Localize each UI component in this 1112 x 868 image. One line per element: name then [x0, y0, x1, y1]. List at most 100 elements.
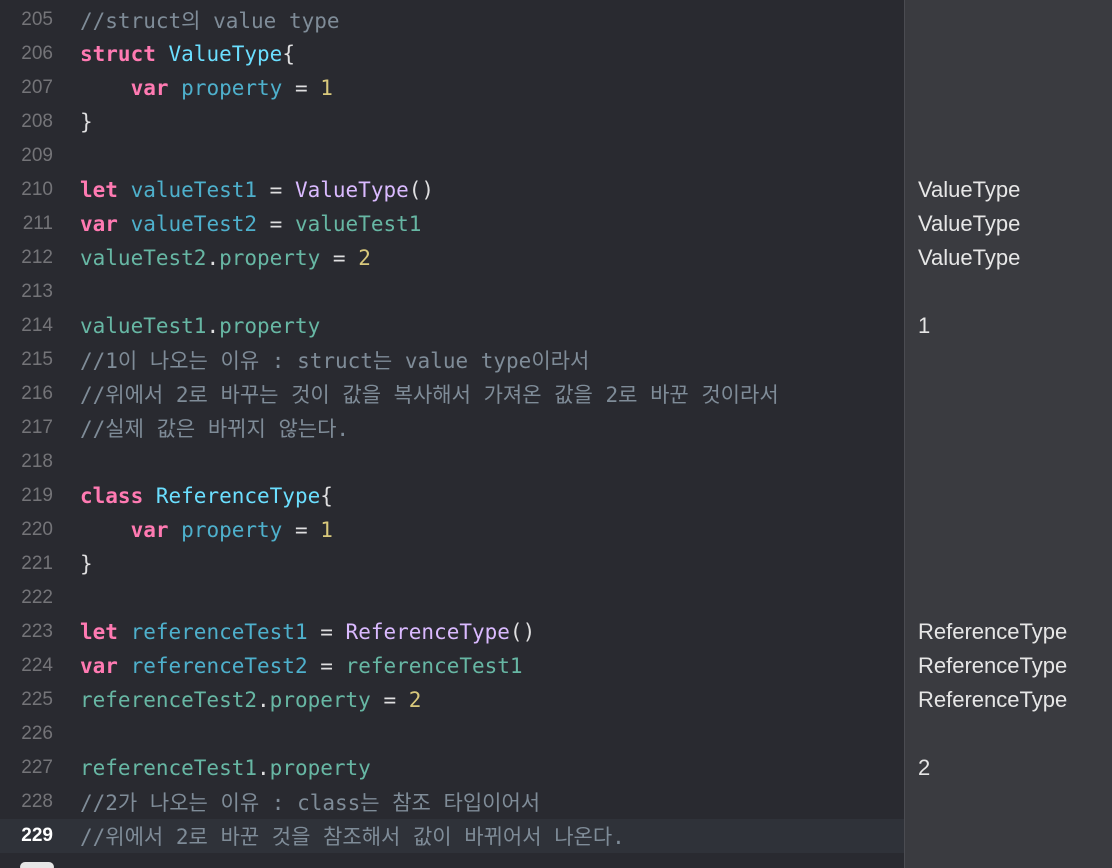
code-text[interactable]: var valueTest2 = valueTest1 — [80, 212, 904, 236]
code-token: property — [181, 76, 283, 100]
code-line[interactable]: 215 //1이 나오는 이유 : struct는 value type이라서 — [0, 343, 904, 377]
code-token: //struct의 value type — [80, 9, 340, 33]
code-text[interactable]: //2가 나오는 이유 : class는 참조 타입이어서 — [80, 787, 904, 817]
code-line[interactable]: 219 class ReferenceType{ — [0, 479, 904, 513]
code-text[interactable]: //실제 값은 바뀌지 않는다. — [80, 413, 904, 443]
code-line[interactable]: 209 — [0, 139, 904, 173]
code-line[interactable]: 227 referenceTest1.property — [0, 751, 904, 785]
code-line[interactable]: 224 var referenceTest2 = referenceTest1 — [0, 649, 904, 683]
code-token: property — [219, 246, 321, 270]
result-value[interactable]: 2 — [918, 751, 930, 785]
code-text[interactable]: //위에서 2로 바꾼 것을 참조해서 값이 바뀌어서 나온다. — [80, 821, 904, 851]
code-token: referenceTest1 — [345, 654, 523, 678]
code-token: var — [80, 212, 118, 236]
code-token: valueTest2 — [80, 246, 207, 270]
code-line[interactable]: 207 var property = 1 — [0, 71, 904, 105]
line-number: 224 — [21, 655, 53, 676]
code-line[interactable]: 208} — [0, 105, 904, 139]
code-line[interactable]: 213 — [0, 275, 904, 309]
line-number: 228 — [21, 791, 53, 812]
result-value[interactable]: ReferenceType — [918, 683, 1067, 717]
line-number: 222 — [21, 587, 53, 608]
line-number: 225 — [21, 689, 53, 710]
code-line[interactable]: 225 referenceTest2.property = 2 — [0, 683, 904, 717]
code-text[interactable]: var property = 1 — [80, 518, 904, 542]
source-editor[interactable]: 205 //struct의 value type 206 struct ValueTy… — [0, 0, 904, 868]
code-token: //실제 값은 바뀌지 않는다. — [80, 417, 350, 441]
code-token: = — [320, 246, 359, 270]
code-token: . — [206, 314, 220, 338]
code-text[interactable]: struct ValueType{ — [80, 42, 904, 66]
code-token: referenceTest1 — [130, 620, 308, 644]
code-line[interactable]: 226 — [0, 717, 904, 751]
code-line[interactable]: 223 let referenceTest1 = ReferenceType() — [0, 615, 904, 649]
code-text[interactable]: } — [80, 552, 904, 576]
code-line[interactable]: 220 var property = 1 — [0, 513, 904, 547]
scroll-knob[interactable] — [20, 862, 54, 868]
code-text[interactable]: let valueTest1 = ValueType() — [80, 178, 904, 202]
code-line[interactable]: 218 — [0, 445, 904, 479]
result-value[interactable]: 1 — [918, 309, 930, 343]
code-token: } — [80, 552, 93, 576]
code-token: property — [269, 688, 371, 712]
code-token: () — [408, 178, 435, 202]
code-text[interactable]: //struct의 value type — [80, 5, 904, 35]
code-line[interactable]: 214 valueTest1.property — [0, 309, 904, 343]
line-number: 226 — [21, 723, 53, 744]
code-token: 2 — [408, 688, 422, 712]
code-line[interactable]: 205 //struct의 value type — [0, 3, 904, 37]
code-line[interactable]: 228 //2가 나오는 이유 : class는 참조 타입이어서 — [0, 785, 904, 819]
code-text[interactable]: class ReferenceType{ — [80, 484, 904, 508]
code-token: ValueType — [294, 178, 409, 202]
code-line[interactable]: 210 let valueTest1 = ValueType() — [0, 173, 904, 207]
code-token: = — [370, 688, 409, 712]
code-line[interactable]: 229 //위에서 2로 바꾼 것을 참조해서 값이 바뀌어서 나온다. — [0, 819, 904, 853]
code-token: = — [257, 178, 295, 202]
code-line[interactable]: 206 struct ValueType{ — [0, 37, 904, 71]
code-text[interactable]: valueTest1.property — [80, 314, 904, 338]
result-value[interactable]: ReferenceType — [918, 649, 1067, 683]
line-number: 217 — [21, 417, 53, 438]
line-number: 223 — [21, 621, 53, 642]
code-text[interactable]: //1이 나오는 이유 : struct는 value type이라서 — [80, 345, 904, 375]
code-text[interactable]: var property = 1 — [80, 76, 904, 100]
code-text[interactable]: var referenceTest2 = referenceTest1 — [80, 654, 904, 678]
code-line[interactable]: 216 //위에서 2로 바꾸는 것이 값을 복사해서 가져온 값을 2로 바꾼 … — [0, 377, 904, 411]
code-line[interactable]: 221} — [0, 547, 904, 581]
code-text[interactable]: referenceTest2.property = 2 — [80, 688, 904, 712]
code-token: valueTest1 — [80, 314, 207, 338]
line-number: 206 — [21, 43, 53, 64]
line-number: 229 — [21, 825, 53, 846]
line-number: 209 — [21, 145, 53, 166]
code-text[interactable]: let referenceTest1 = ReferenceType() — [80, 620, 904, 644]
code-token: valueTest1 — [130, 178, 258, 202]
xcode-playground: 205 //struct의 value type 206 struct ValueTy… — [0, 0, 1112, 868]
code-line[interactable]: 217 //실제 값은 바뀌지 않는다. — [0, 411, 904, 445]
line-number: 213 — [21, 281, 53, 302]
line-number: 205 — [21, 9, 53, 30]
code-line[interactable]: 212 valueTest2.property = 2 — [0, 241, 904, 275]
line-number: 207 — [21, 77, 53, 98]
code-text[interactable]: } — [80, 110, 904, 134]
code-line[interactable]: 211 var valueTest2 = valueTest1 — [0, 207, 904, 241]
code-token: property — [181, 518, 283, 542]
code-token: valueTest2 — [130, 212, 258, 236]
result-value[interactable]: ReferenceType — [918, 615, 1067, 649]
code-token: //위에서 2로 바꾸는 것이 값을 복사해서 가져온 값을 2로 바꾼 것이라… — [80, 383, 779, 407]
code-text[interactable]: //위에서 2로 바꾸는 것이 값을 복사해서 가져온 값을 2로 바꾼 것이라… — [80, 379, 904, 409]
code-token: . — [206, 246, 220, 270]
code-line[interactable]: 222 — [0, 581, 904, 615]
result-value[interactable]: ValueType — [918, 207, 1020, 241]
code-token: = — [282, 518, 321, 542]
code-text[interactable]: referenceTest1.property — [80, 756, 904, 780]
code-token: referenceTest2 — [80, 688, 258, 712]
code-token: let — [80, 178, 118, 202]
result-value[interactable]: ValueType — [918, 241, 1020, 275]
result-value[interactable]: ValueType — [918, 173, 1020, 207]
code-text[interactable]: valueTest2.property = 2 — [80, 246, 904, 270]
